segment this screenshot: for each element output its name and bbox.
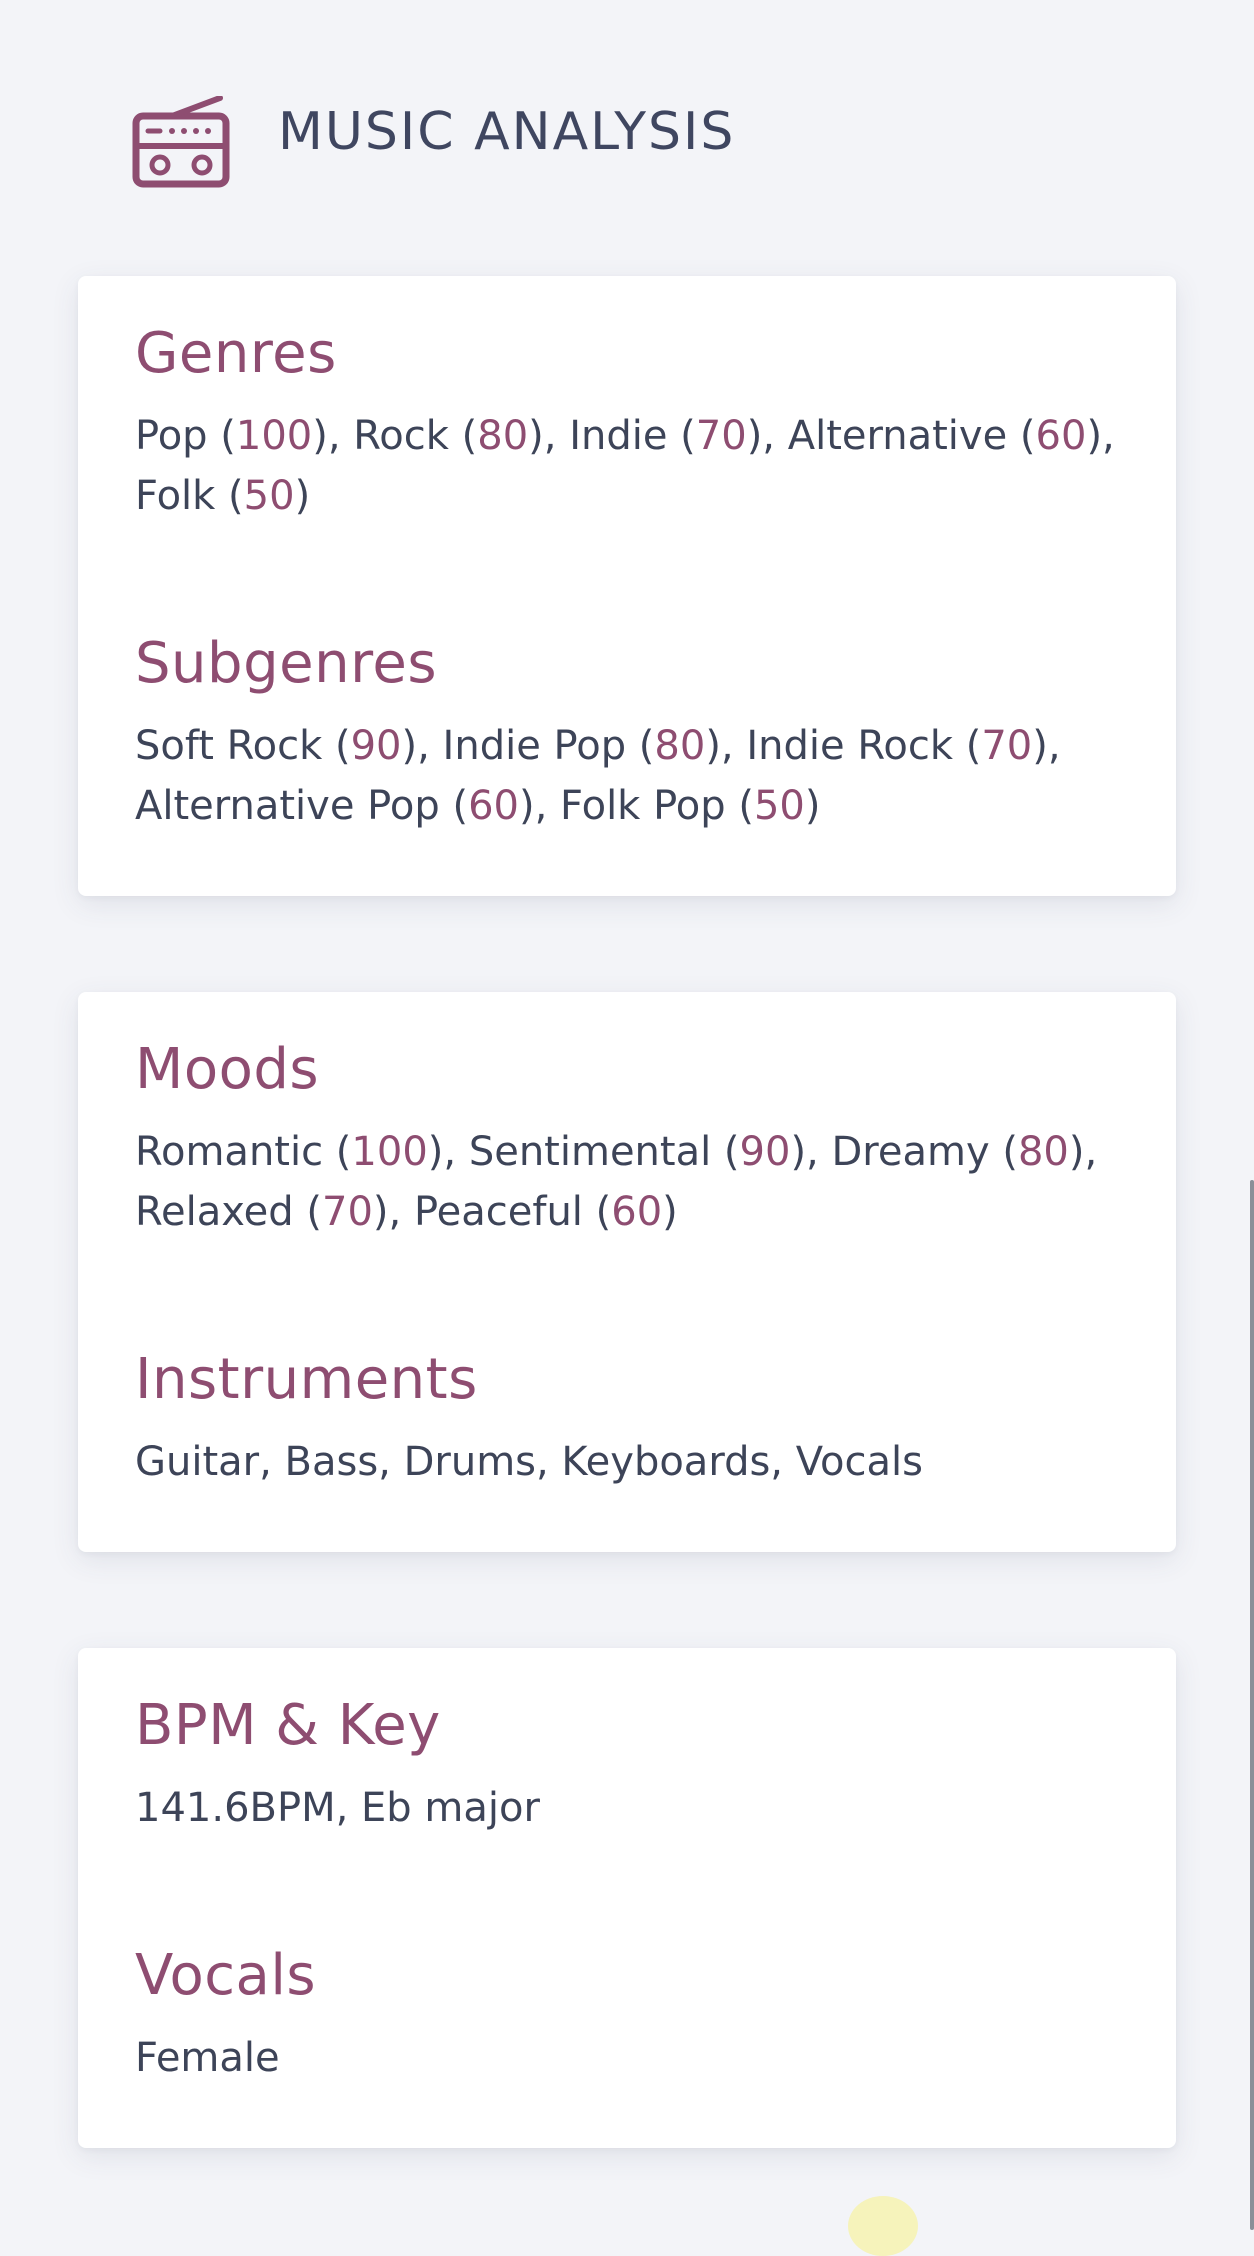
mood-name: Dreamy — [831, 1129, 990, 1175]
instruments-list: Guitar, Bass, Drums, Keyboards, Vocals — [135, 1439, 923, 1485]
vocals-section: Vocals Female — [135, 1948, 1120, 2088]
mood-name: Romantic — [135, 1129, 324, 1175]
moods-list: Romantic (100), Sentimental (90), Dreamy… — [135, 1129, 1098, 1235]
section-title-vocals: Vocals — [135, 1943, 317, 2008]
bpm-key-section: BPM & Key 141.6BPM, Eb major — [135, 1698, 1120, 1838]
subgenres-list: Soft Rock (90), Indie Pop (80), Indie Ro… — [135, 723, 1061, 829]
page-header: MUSIC ANALYSIS — [132, 96, 735, 188]
subgenre-name: Indie Pop — [442, 723, 627, 769]
decorative-blob — [848, 2196, 918, 2256]
mood-name: Sentimental — [468, 1129, 712, 1175]
page-title: MUSIC ANALYSIS — [278, 102, 736, 162]
subgenre-score: 60 — [468, 783, 519, 829]
mood-name: Peaceful — [413, 1189, 583, 1235]
subgenres-section: Subgenres Soft Rock (90), Indie Pop (80)… — [135, 636, 1120, 836]
genre-name: Folk — [135, 473, 216, 519]
subgenre-name: Folk Pop — [560, 783, 726, 829]
genre-score: 80 — [477, 413, 529, 459]
genre-score: 70 — [695, 413, 747, 459]
mood-score: 60 — [611, 1189, 663, 1235]
section-title-instruments: Instruments — [135, 1347, 478, 1412]
subgenre-name: Alternative Pop — [135, 783, 440, 829]
instruments-section: Instruments Guitar, Bass, Drums, Keyboar… — [135, 1352, 1120, 1492]
radio-icon — [132, 96, 230, 188]
mood-score: 100 — [351, 1129, 428, 1175]
genres-list: Pop (100), Rock (80), Indie (70), Altern… — [135, 413, 1115, 519]
section-title-genres: Genres — [135, 321, 337, 386]
moods-card: Moods Romantic (100), Sentimental (90), … — [78, 992, 1176, 1552]
mood-name: Relaxed — [135, 1189, 294, 1235]
subgenre-score: 70 — [981, 723, 1033, 769]
subgenre-score: 90 — [350, 723, 402, 769]
genre-score: 100 — [235, 413, 313, 459]
mood-score: 70 — [322, 1189, 373, 1235]
genre-score: 50 — [243, 473, 295, 519]
genre-name: Alternative — [787, 413, 1008, 459]
section-title-moods: Moods — [135, 1037, 320, 1102]
bpm-key-card: BPM & Key 141.6BPM, Eb major Vocals Fema… — [78, 1648, 1176, 2148]
moods-section: Moods Romantic (100), Sentimental (90), … — [135, 1042, 1120, 1242]
subgenre-score: 50 — [753, 783, 805, 829]
bpm-key-value: 141.6BPM, Eb major — [135, 1785, 540, 1831]
subgenre-name: Soft Rock — [135, 723, 323, 769]
section-title-bpm-key: BPM & Key — [135, 1693, 441, 1758]
mood-score: 80 — [1017, 1129, 1069, 1175]
scrollbar[interactable] — [1250, 1180, 1254, 2230]
genre-name: Rock — [353, 413, 449, 459]
genre-name: Indie — [569, 413, 668, 459]
subgenre-name: Indie Rock — [746, 723, 953, 769]
genre-name: Pop — [135, 413, 208, 459]
mood-score: 90 — [739, 1129, 791, 1175]
genre-score: 60 — [1035, 413, 1087, 459]
genres-section: Genres Pop (100), Rock (80), Indie (70),… — [135, 326, 1120, 526]
subgenre-score: 80 — [654, 723, 706, 769]
section-title-subgenres: Subgenres — [135, 631, 437, 696]
genres-card: Genres Pop (100), Rock (80), Indie (70),… — [78, 276, 1176, 896]
vocals-value: Female — [135, 2035, 280, 2081]
